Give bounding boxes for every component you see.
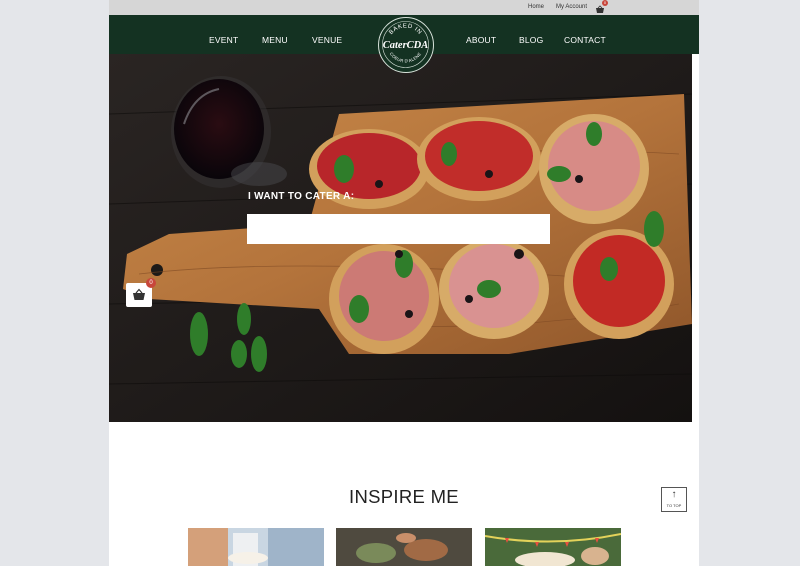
event-type-input[interactable] bbox=[247, 214, 550, 244]
nav-item-blog[interactable]: BLOG bbox=[519, 35, 543, 45]
inspire-card-image[interactable] bbox=[336, 528, 472, 566]
nav-item-event[interactable]: EVENT bbox=[209, 35, 238, 45]
logo-bottom-text: COEUR D'ALENE bbox=[389, 51, 422, 63]
utility-bar: Home My Account 0 bbox=[109, 0, 699, 15]
page: Home My Account 0 EVENT MENU VENUE ABOUT… bbox=[109, 0, 699, 566]
side-cart-count-badge: 0 bbox=[146, 278, 156, 288]
logo-top-text: BAKED IN bbox=[388, 23, 422, 36]
svg-text:BAKED IN: BAKED IN bbox=[388, 23, 422, 36]
nav-item-about[interactable]: ABOUT bbox=[466, 35, 496, 45]
home-link[interactable]: Home bbox=[528, 4, 544, 10]
site-logo[interactable]: BAKED IN CaterCDA COEUR D'ALENE bbox=[378, 17, 434, 73]
inspire-card-image[interactable] bbox=[188, 528, 324, 566]
nav-item-venue[interactable]: VENUE bbox=[312, 35, 342, 45]
hero-title: I WANT TO CATER A: bbox=[248, 191, 355, 202]
cart-count-badge: 0 bbox=[602, 0, 608, 6]
svg-text:COEUR D'ALENE: COEUR D'ALENE bbox=[389, 51, 422, 63]
my-account-link[interactable]: My Account bbox=[556, 4, 587, 10]
section-heading-inspire: INSPIRE ME bbox=[349, 486, 459, 507]
inspire-card-image[interactable] bbox=[485, 528, 621, 566]
nav-item-menu[interactable]: MENU bbox=[262, 35, 288, 45]
to-top-label: TO TOP bbox=[666, 503, 682, 508]
hero-banner: I WANT TO CATER A: 0 bbox=[109, 54, 692, 422]
nav-item-contact[interactable]: CONTACT bbox=[564, 35, 606, 45]
logo-brand: CaterCDA bbox=[383, 40, 429, 51]
to-top-button[interactable]: ↑ TO TOP bbox=[661, 487, 687, 512]
arrow-up-icon: ↑ bbox=[671, 489, 677, 500]
